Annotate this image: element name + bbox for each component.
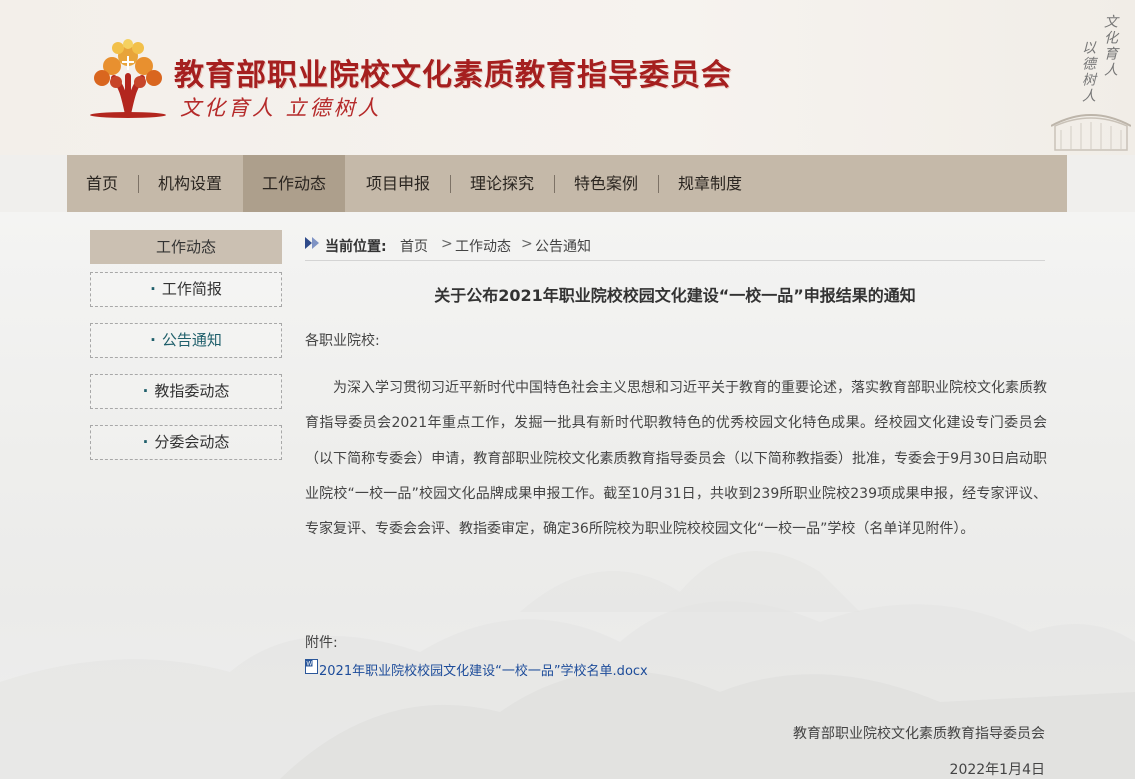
building-illustration — [1051, 114, 1131, 151]
sidebar-item-label: 工作简报 — [161, 280, 222, 298]
sidebar-item-committee-news[interactable]: · 教指委动态 — [90, 374, 282, 409]
article-body: 为深入学习贯彻习近平新时代中国特色社会主义思想和习近平关于教育的重要论述，落实教… — [305, 380, 1047, 538]
sidebar-item-label: 教指委动态 — [154, 382, 230, 400]
article-greeting: 各职业院校: — [305, 333, 380, 349]
attachment-download-link[interactable]: 2021年职业院校校园文化建设“一校一品”学校名单.docx — [305, 660, 648, 679]
breadcrumb-separator: > — [441, 236, 453, 252]
sidebar-item-announcements[interactable]: · 公告通知 — [90, 323, 282, 358]
nav-item-theory[interactable]: 理论探究 — [451, 155, 553, 212]
nav-item-cases[interactable]: 特色案例 — [555, 155, 657, 212]
breadcrumb: 当前位置: 首页 > 工作动态 > 公告通知 — [305, 232, 1045, 261]
bullet-icon: · — [142, 433, 149, 451]
sidebar-heading: 工作动态 — [90, 230, 282, 264]
attachment-label: 附件: — [305, 635, 338, 651]
site-slogan: 文化育人 立德树人 — [180, 96, 382, 120]
sidebar-item-label: 分委会动态 — [154, 433, 230, 451]
site-title: 教育部职业院校文化素质教育指导委员会 — [174, 58, 732, 93]
bullet-icon: · — [150, 280, 156, 298]
article-title: 关于公布2021年职业院校校园文化建设“一校一品”申报结果的通知 — [434, 286, 916, 305]
breadcrumb-announcements-link[interactable]: 公告通知 — [535, 236, 591, 256]
breadcrumb-label: 当前位置: — [325, 239, 387, 255]
breadcrumb-separator: > — [521, 236, 533, 252]
sidebar-item-subcommittee-news[interactable]: · 分委会动态 — [90, 425, 282, 460]
tree-logo-icon[interactable] — [88, 36, 168, 118]
site-header: 教育部职业院校文化素质教育指导委员会 文化育人 立德树人 文化育人 以德树人 — [0, 0, 1135, 155]
nav-item-work-news[interactable]: 工作动态 — [243, 155, 346, 212]
sidebar-item-label: 公告通知 — [161, 331, 222, 349]
bullet-icon: · — [142, 382, 149, 400]
sidebar-item-briefing[interactable]: · 工作简报 — [90, 272, 282, 307]
main-nav: 首页 机构设置 工作动态 项目申报 理论探究 特色案例 规章制度 — [67, 155, 1067, 212]
nav-item-home[interactable]: 首页 — [67, 155, 137, 212]
breadcrumb-work-news-link[interactable]: 工作动态 — [455, 236, 511, 256]
nav-item-project-apply[interactable]: 项目申报 — [347, 155, 449, 212]
article-signer: 教育部职业院校文化素质教育指导委员会 — [793, 726, 1045, 742]
nav-item-regulations[interactable]: 规章制度 — [659, 155, 761, 212]
bullet-icon: · — [150, 331, 156, 349]
article-date: 2022年1月4日 — [949, 762, 1045, 778]
breadcrumb-home-link[interactable]: 首页 — [400, 236, 428, 256]
header-decoration: 文化育人 以德树人 — [1040, 0, 1135, 155]
double-arrow-icon — [305, 237, 319, 249]
calligraphy-text: 文化育人 — [1102, 14, 1118, 78]
nav-item-organization[interactable]: 机构设置 — [139, 155, 241, 212]
